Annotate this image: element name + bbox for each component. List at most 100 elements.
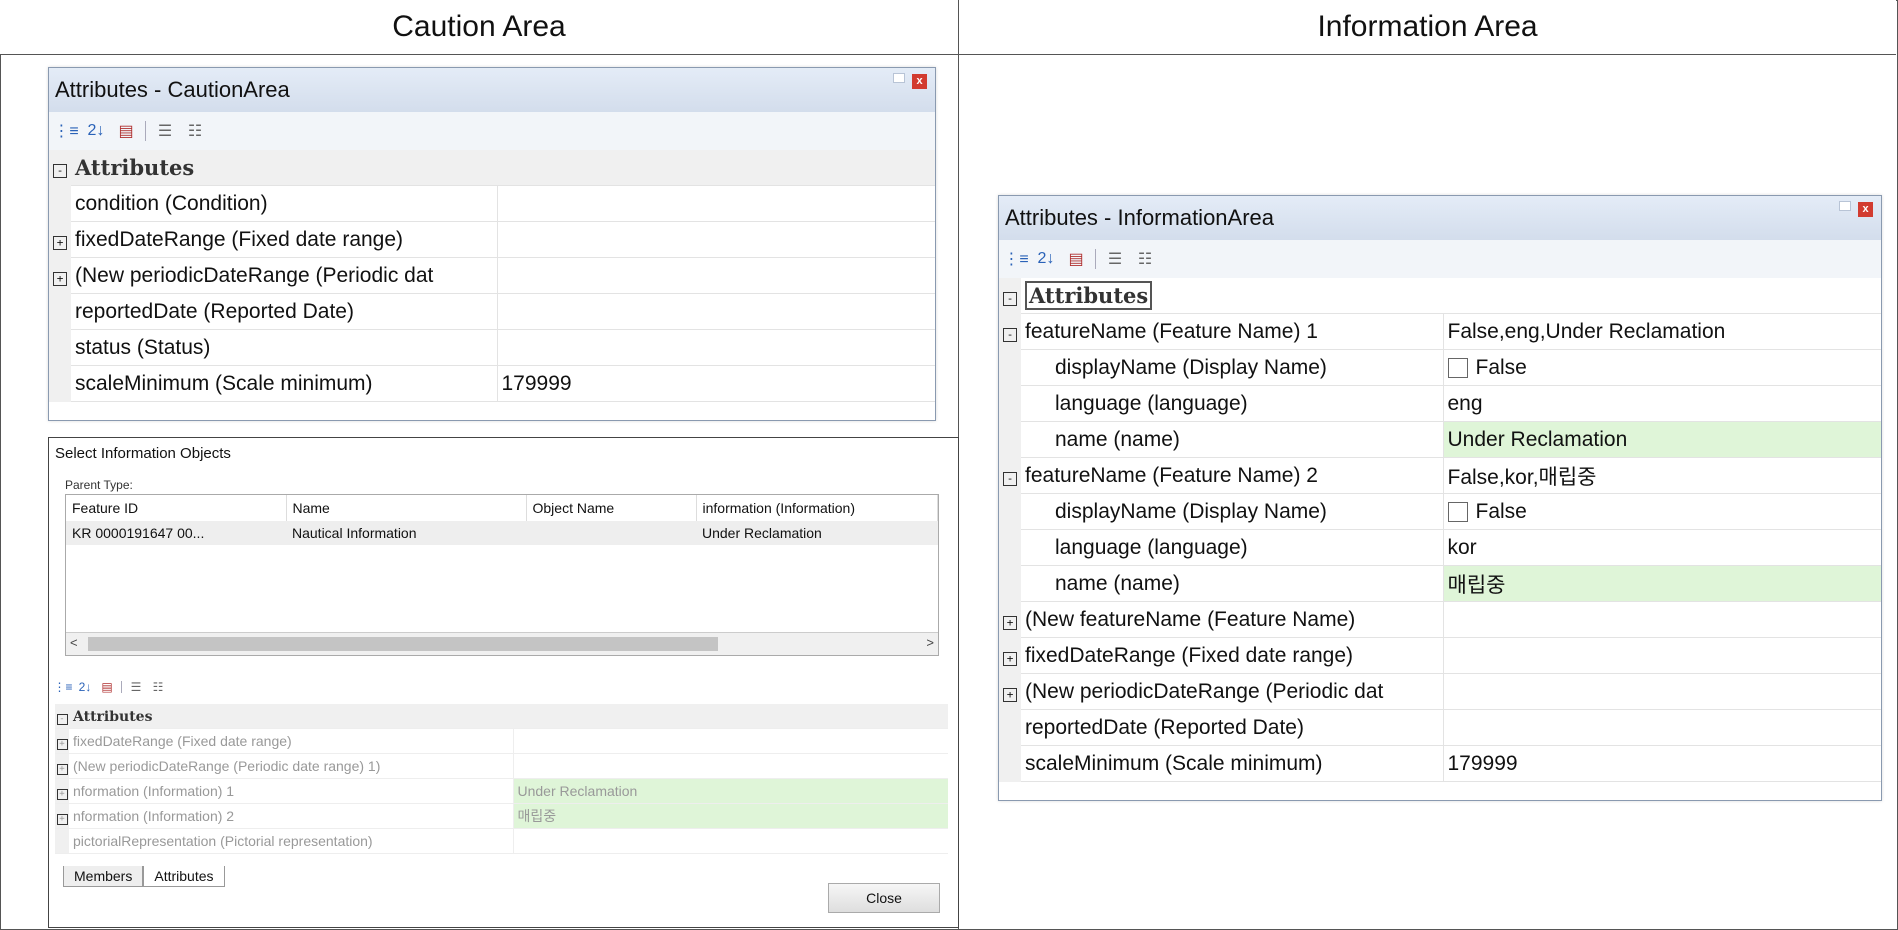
pin-icon[interactable] [893, 73, 905, 83]
category-row[interactable]: - Attributes [999, 278, 1881, 314]
property-row[interactable]: + (New featureName (Feature Name) [999, 601, 1881, 638]
property-row[interactable]: + (New periodicDateRange (Periodic date … [55, 753, 948, 779]
collapse-icon[interactable]: - [1003, 291, 1017, 306]
expand-icon[interactable]: + [1003, 687, 1017, 702]
property-value[interactable] [1442, 709, 1881, 746]
sort-alphabetical-icon[interactable]: 2↓ [85, 120, 107, 142]
property-row[interactable]: scaleMinimum (Scale minimum) 179999 [999, 745, 1881, 782]
close-button[interactable]: Close [828, 883, 940, 913]
property-value[interactable]: 매립중 [1442, 565, 1881, 602]
expand-icon[interactable]: + [1003, 615, 1017, 630]
collapse-icon[interactable]: - [1003, 471, 1017, 486]
expand-icon[interactable]: + [56, 738, 68, 750]
property-row[interactable]: name (name) 매립중 [999, 565, 1881, 602]
property-row[interactable]: pictorialRepresentation (Pictorial repre… [55, 828, 948, 854]
collapse-all-icon[interactable]: ☷ [1134, 248, 1156, 270]
property-row[interactable]: condition (Condition) [49, 185, 935, 222]
property-row[interactable]: - featureName (Feature Name) 1 False,eng… [999, 313, 1881, 350]
property-value[interactable]: False,eng,Under Reclamation [1442, 313, 1881, 350]
category-row[interactable]: - Attributes [55, 704, 948, 729]
property-value[interactable] [1442, 601, 1881, 638]
scroll-left-icon[interactable]: < [70, 635, 78, 650]
property-row[interactable]: + (New periodicDateRange (Periodic dat [49, 257, 935, 294]
property-value[interactable] [496, 293, 935, 330]
collapse-all-icon[interactable]: ☷ [150, 679, 166, 695]
expand-all-icon[interactable]: ☰ [154, 120, 176, 142]
property-value[interactable]: 179999 [496, 365, 935, 402]
property-value[interactable]: 매립중 [512, 803, 948, 829]
property-row[interactable]: language (language) eng [999, 385, 1881, 422]
property-pages-icon[interactable]: ▤ [1065, 248, 1087, 270]
property-value[interactable]: kor [1442, 529, 1881, 566]
property-value[interactable] [1442, 673, 1881, 710]
category-row[interactable]: - Attributes [49, 150, 935, 186]
property-value[interactable]: False [1442, 349, 1881, 386]
collapse-icon[interactable]: - [1003, 327, 1017, 342]
property-row[interactable]: displayName (Display Name) False [999, 349, 1881, 386]
sort-alphabetical-icon[interactable]: 2↓ [1035, 248, 1057, 270]
sort-alphabetical-icon[interactable]: 2↓ [77, 679, 93, 695]
categorized-view-icon[interactable]: ⋮≡ [54, 679, 73, 695]
property-row[interactable]: language (language) kor [999, 529, 1881, 566]
property-pages-icon[interactable]: ▤ [115, 120, 137, 142]
pin-icon[interactable] [1839, 201, 1851, 211]
property-row[interactable]: + fixedDateRange (Fixed date range) [999, 637, 1881, 674]
expand-all-icon[interactable]: ☰ [1104, 248, 1126, 270]
property-value[interactable]: Under Reclamation [512, 778, 948, 804]
property-row[interactable]: displayName (Display Name) False [999, 493, 1881, 530]
property-value[interactable] [496, 257, 935, 294]
property-value[interactable] [496, 185, 935, 222]
property-row[interactable]: - featureName (Feature Name) 2 False,kor… [999, 457, 1881, 494]
property-row[interactable]: + (New periodicDateRange (Periodic dat [999, 673, 1881, 710]
close-icon[interactable]: x [1858, 202, 1873, 217]
collapse-icon[interactable]: - [53, 163, 67, 178]
table-row[interactable]: KR 0000191647 00... Nautical Information… [66, 521, 938, 545]
property-row[interactable]: reportedDate (Reported Date) [49, 293, 935, 330]
property-row[interactable]: + nformation (Information) 2 매립중 [55, 803, 948, 829]
property-value[interactable]: False,kor,매립중 [1442, 457, 1881, 494]
property-value[interactable] [1442, 637, 1881, 674]
property-value[interactable] [512, 753, 948, 779]
checkbox[interactable] [1447, 357, 1468, 378]
col-object-name[interactable]: Object Name [526, 495, 697, 521]
tab-attributes[interactable]: Attributes [143, 866, 225, 887]
property-value[interactable]: False [1442, 493, 1881, 530]
categorized-view-icon[interactable]: ⋮≡ [53, 120, 78, 142]
col-feature-id[interactable]: Feature ID [66, 495, 287, 521]
expand-icon[interactable]: + [1003, 651, 1017, 666]
collapse-all-icon[interactable]: ☷ [184, 120, 206, 142]
scroll-right-icon[interactable]: > [926, 635, 934, 650]
property-row[interactable]: status (Status) [49, 329, 935, 366]
expand-icon[interactable]: + [56, 813, 68, 825]
collapse-icon[interactable]: - [56, 713, 68, 725]
caution-property-grid: - Attributes condition (Condition) + fix… [49, 150, 935, 402]
property-row[interactable]: + nformation (Information) 1 Under Recla… [55, 778, 948, 804]
property-row[interactable]: scaleMinimum (Scale minimum) 179999 [49, 365, 935, 402]
property-row[interactable]: + fixedDateRange (Fixed date range) [49, 221, 935, 258]
col-information[interactable]: information (Information) [696, 495, 938, 521]
expand-icon[interactable]: + [53, 271, 67, 286]
property-value[interactable] [512, 828, 948, 854]
property-value[interactable]: 179999 [1442, 745, 1881, 782]
property-value[interactable]: Under Reclamation [1442, 421, 1881, 458]
col-name[interactable]: Name [286, 495, 527, 521]
close-icon[interactable]: x [912, 74, 927, 89]
property-value[interactable] [496, 221, 935, 258]
property-value[interactable] [512, 728, 948, 754]
property-row[interactable]: name (name) Under Reclamation [999, 421, 1881, 458]
expand-icon[interactable]: + [56, 763, 68, 775]
scrollbar-thumb[interactable] [88, 637, 718, 651]
expand-all-icon[interactable]: ☰ [128, 679, 144, 695]
expand-icon[interactable]: + [56, 788, 68, 800]
expand-icon[interactable]: + [53, 235, 67, 250]
property-value[interactable]: eng [1442, 385, 1881, 422]
info-window-title: Attributes - InformationArea [1005, 205, 1275, 230]
tab-members[interactable]: Members [63, 866, 144, 887]
checkbox[interactable] [1447, 501, 1468, 522]
property-row[interactable]: + fixedDateRange (Fixed date range) [55, 728, 948, 754]
property-row[interactable]: reportedDate (Reported Date) [999, 709, 1881, 746]
categorized-view-icon[interactable]: ⋮≡ [1003, 248, 1028, 270]
property-pages-icon[interactable]: ▤ [99, 679, 115, 695]
property-value[interactable] [496, 329, 935, 366]
horizontal-scrollbar[interactable]: < > [66, 632, 938, 655]
